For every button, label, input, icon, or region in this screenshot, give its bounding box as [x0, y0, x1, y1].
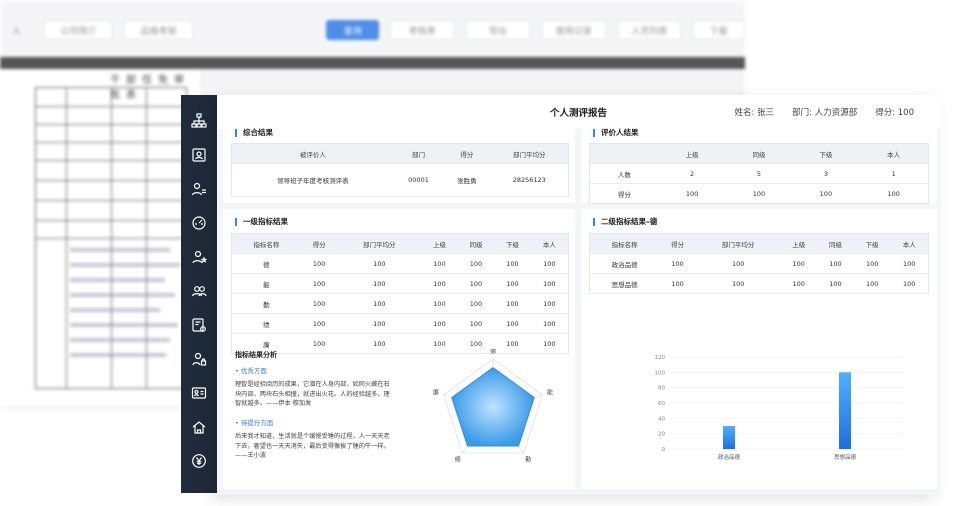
- table-row: 政治品德 100 100 100 100 100 100: [589, 253, 929, 274]
- level2-table: 指标名称 得分 部门平均分 上级 同级 下级 本人 政治品德 100 100 100 100 100 1…: [589, 233, 929, 294]
- table-cell: 28256123: [490, 163, 569, 197]
- table-row: 思想品德 100 100 100 100 100 100: [589, 273, 929, 294]
- summary-table: 被评价人 部门 得分 部门平均分 领导班子年度考核测评表 00001 张胜勇 2825612…: [231, 143, 569, 197]
- strength-text: 理智是经验阅历的成果，它潜在人身内部，如同火藏在石块内部。两块石头相撞，就进出火…: [235, 381, 390, 407]
- gauge-icon[interactable]: [189, 213, 209, 233]
- user-list-icon[interactable]: [189, 179, 209, 199]
- radar-series-area: [451, 367, 535, 447]
- level1-panel: 一级指标结果 指标名称 得分 部门平均分 上级 同级 下级 本人 德 100 100 100 100…: [223, 209, 575, 489]
- table-cell: 张胜勇: [443, 163, 491, 197]
- level2-title: 二级指标结果–德: [593, 218, 657, 226]
- sidebar-nav: [181, 95, 217, 493]
- strength-label: • 优秀方面: [235, 366, 267, 375]
- table-cell: 领导班子年度考核测评表: [231, 163, 394, 197]
- employee-score: 得分: 100: [875, 108, 914, 118]
- radar-label: 勤: [525, 456, 531, 464]
- y-tick-label: 0: [662, 447, 666, 453]
- radar-label: 德: [490, 349, 496, 355]
- employee-dept: 部门: 人力资源部: [792, 108, 858, 118]
- radar-label: 能: [547, 388, 553, 396]
- analysis-title: 指标结果分析: [235, 351, 277, 359]
- table-row: 勤 100 100 100 100 100 100: [231, 293, 569, 314]
- y-tick-label: 20: [658, 432, 665, 438]
- evaluator-panel: 评价人结果 上级 同级 下级 本人 人数 2 5 3 1 得分 100 100 100 100: [581, 121, 937, 204]
- table-row: 德 100 100 100 100 100 100: [231, 253, 569, 274]
- x-tick-label: 思想品德: [834, 453, 857, 461]
- background-viewer-bar: [0, 57, 745, 69]
- employee-name: 姓名: 张三: [734, 108, 775, 118]
- report-window: 个人测评报告 姓名: 张三 部门: 人力资源部 得分: 100 综合结果 被评价…: [217, 95, 940, 495]
- bg-button: 下载: [692, 20, 746, 40]
- radar-label: 廉: [433, 388, 439, 396]
- bg-button: 使用记录: [540, 20, 607, 40]
- y-tick-label: 120: [655, 355, 666, 361]
- bar: [839, 372, 851, 449]
- background-toolbar: 人 公司简介 品格考核 查询 考核表 导出 使用记录 人员列表 下载: [0, 10, 746, 50]
- table-row: 能 100 100 100 100 100 100: [231, 273, 569, 294]
- radar-chart: 德能勤 绩 廉: [433, 349, 553, 464]
- level2-panel: 二级指标结果–德 指标名称 得分 部门平均分 上级 同级 下级 本人 政治品德 100 100 1…: [581, 209, 937, 489]
- bg-label: 人: [12, 26, 22, 37]
- user-lock-icon[interactable]: [189, 349, 209, 369]
- users-icon[interactable]: [189, 281, 209, 301]
- user-star-icon[interactable]: [189, 247, 209, 267]
- id-card-icon[interactable]: [189, 145, 209, 165]
- home-icon[interactable]: [189, 417, 209, 437]
- settings-doc-icon[interactable]: [189, 315, 209, 335]
- bg-filter-chip: 品格考核: [123, 20, 194, 40]
- evaluator-title: 评价人结果: [593, 129, 639, 137]
- y-tick-label: 40: [658, 416, 665, 422]
- bg-button: 考核表: [389, 20, 455, 40]
- bg-button: 导出: [464, 20, 531, 40]
- background-document: 干部任免审批表: [0, 69, 200, 406]
- level1-table: 指标名称 得分 部门平均分 上级 同级 下级 本人 德 100 100 100 100 100 100 …: [231, 233, 569, 354]
- profile-card-icon[interactable]: [189, 383, 209, 403]
- radar-label: 绩: [455, 456, 461, 464]
- level1-title: 一级指标结果: [235, 218, 288, 226]
- summary-title: 综合结果: [235, 129, 273, 137]
- bg-query-button: 查询: [326, 20, 380, 40]
- y-tick-label: 60: [658, 401, 665, 407]
- table-row: 人数 2 5 3 1: [589, 163, 929, 184]
- evaluator-table: 上级 同级 下级 本人 人数 2 5 3 1 得分 100 100 100 100: [589, 143, 929, 204]
- table-cell: 00001: [393, 163, 444, 197]
- bg-filter-chip: 公司简介: [43, 20, 114, 40]
- org-chart-icon[interactable]: [189, 111, 209, 131]
- table-row: 得分 100 100 100 100: [589, 183, 929, 204]
- analysis-section: 指标结果分析 • 优秀方面 理智是经验阅历的成果，它潜在人身内部，如同火藏在石块…: [235, 351, 393, 461]
- summary-panel: 综合结果 被评价人 部门 得分 部门平均分 领导班子年度考核测评表 00001 张胜勇 28…: [223, 121, 575, 203]
- x-tick-label: 政治品德: [718, 453, 741, 461]
- y-tick-label: 80: [658, 386, 665, 392]
- bar-chart: 0 20 40 60 80 100 120 政治品德 思想品德: [655, 355, 903, 461]
- improve-label: • 待提升方面: [235, 418, 274, 427]
- bg-button: 人员列表: [616, 20, 683, 40]
- yen-icon[interactable]: [189, 451, 209, 471]
- report-meta: 姓名: 张三 部门: 人力资源部 得分: 100: [735, 106, 914, 118]
- table-row: 绩 100 100 100 100 100 100: [231, 313, 569, 334]
- y-tick-label: 100: [655, 370, 666, 376]
- bar: [723, 426, 735, 449]
- bg-form-table: [35, 87, 187, 389]
- improve-text: 后来我才知道，生活就是个缓慢受锤的过程，人一天天老下去，奢望也一天天消失，最后变…: [235, 433, 390, 459]
